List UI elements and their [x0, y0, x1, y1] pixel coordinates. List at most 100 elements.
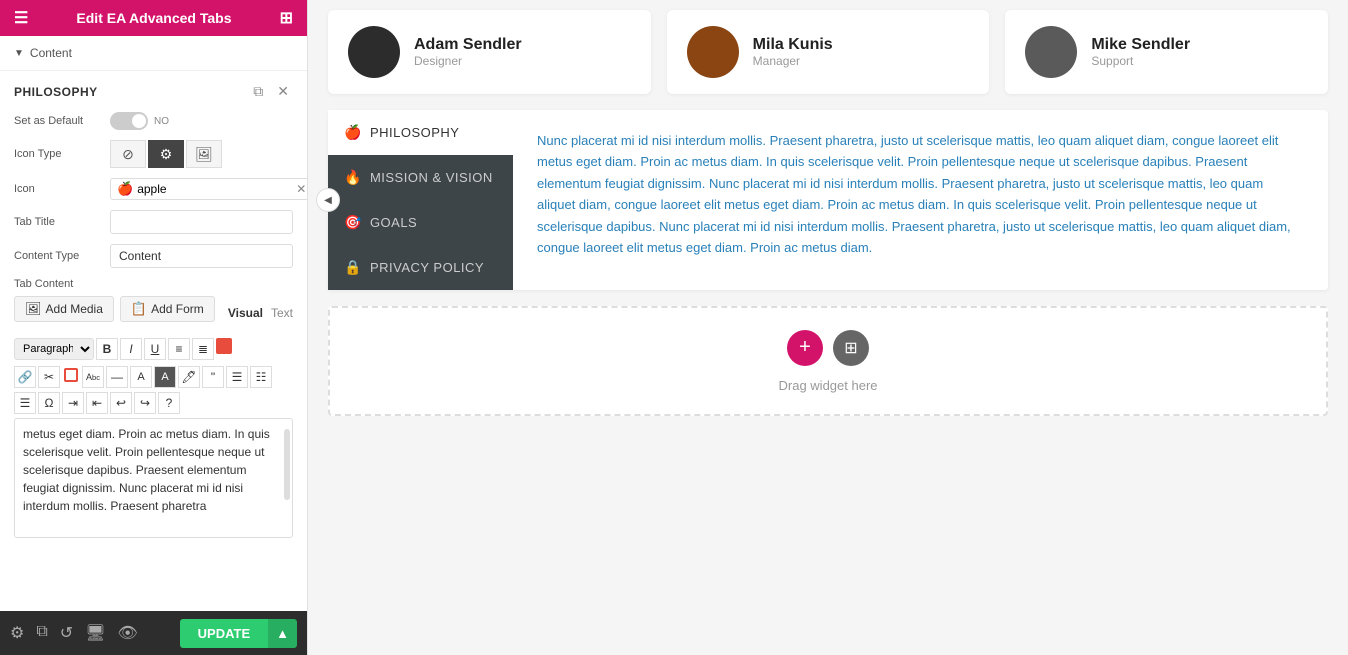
settings-icon[interactable]: ⚙ [10, 623, 24, 643]
content-type-select[interactable]: Content [110, 244, 293, 268]
underline-btn[interactable]: U [144, 338, 166, 360]
icon-type-row: Icon Type ⊘ ⚙ 🖼 [14, 140, 293, 168]
icon-type-label: Icon Type [14, 148, 104, 160]
person-info-adam: Adam Sendler Designer [414, 36, 522, 68]
view-text-tab[interactable]: Text [271, 306, 293, 320]
tab-icon-privacy: 🔒 [344, 259, 362, 276]
person-role-adam: Designer [414, 54, 522, 68]
view-visual-tab[interactable]: Visual [228, 306, 263, 320]
add-btns: 🖼 Add Media 📋 Add Form [14, 296, 215, 322]
update-button[interactable]: UPDATE [180, 619, 268, 648]
icon-select-wrap[interactable]: 🍎 ✕ ▾ [110, 178, 307, 200]
person-card-adam: Adam Sendler Designer [328, 10, 651, 94]
indent-btn[interactable]: ⇥ [62, 392, 84, 414]
person-info-mike: Mike Sendler Support [1091, 36, 1190, 68]
add-form-btn[interactable]: 📋 Add Form [120, 296, 215, 322]
tabs-nav: 🍎 PHILOSOPHY 🔥 MISSION & VISION 🎯 GOALS … [328, 110, 513, 290]
set-as-default-toggle[interactable] [110, 112, 148, 130]
tabs-section: 🍎 PHILOSOPHY 🔥 MISSION & VISION 🎯 GOALS … [328, 110, 1328, 290]
add-widget-btn[interactable]: + [787, 330, 823, 366]
top-bar: ☰ Edit EA Advanced Tabs ⊞ [0, 0, 307, 36]
avatar-adam [348, 26, 400, 78]
tab-item-philosophy[interactable]: 🍎 PHILOSOPHY [328, 110, 513, 155]
content-label-text: Content [30, 46, 72, 60]
redo-btn[interactable]: ↪ [134, 392, 156, 414]
drag-icons: + ⊞ [787, 330, 869, 366]
paragraph-select[interactable]: Paragraph [14, 338, 94, 360]
list-ol-btn[interactable]: ≣ [192, 338, 214, 360]
icon-input[interactable] [137, 182, 292, 196]
icon-type-none-btn[interactable]: ⊘ [110, 140, 146, 168]
help-btn[interactable]: ? [158, 392, 180, 414]
tab-label-philosophy: PHILOSOPHY [370, 125, 460, 140]
content-type-row: Content Type Content [14, 244, 293, 268]
set-as-default-label: Set as Default [14, 115, 104, 127]
add-media-btn[interactable]: 🖼 Add Media [14, 296, 114, 322]
section-actions: ⧉ ✕ [249, 81, 293, 102]
layers-icon[interactable]: ⧉ [36, 623, 47, 643]
align-full-btn[interactable]: ☰ [14, 392, 36, 414]
scrollbar[interactable] [284, 429, 290, 500]
text-editor[interactable]: metus eget diam. Proin ac metus diam. In… [14, 418, 293, 538]
content-section-header: ▼ Content [0, 36, 307, 71]
bold-btn[interactable]: B [96, 338, 118, 360]
hamburger-icon[interactable]: ☰ [14, 8, 28, 28]
tab-content-text: Nunc placerat mi id nisi interdum mollis… [537, 130, 1304, 259]
sup-btn[interactable]: Abc [82, 366, 104, 388]
add-media-label: Add Media [46, 302, 103, 316]
tab-title-row: Tab Title PHILOSOPHY [14, 210, 293, 234]
list-ul-btn[interactable]: ≡ [168, 338, 190, 360]
grid-icon[interactable]: ⊞ [280, 8, 293, 28]
main-area: Adam Sendler Designer Mila Kunis Manager… [308, 0, 1348, 655]
unlink-btn[interactable]: ✂ [38, 366, 60, 388]
italic-btn[interactable]: I [120, 338, 142, 360]
align-left-btn[interactable]: ☰ [226, 366, 248, 388]
close-icon-btn[interactable]: ✕ [273, 81, 293, 102]
header-title: Edit EA Advanced Tabs [28, 10, 279, 26]
omega-btn[interactable]: Ω [38, 392, 60, 414]
display-icon[interactable]: 🖥 [85, 623, 105, 643]
blockquote-btn[interactable]: " [202, 366, 224, 388]
tab-item-privacy[interactable]: 🔒 PRIVACY POLICY [328, 245, 513, 290]
color-swatch-btn[interactable] [216, 338, 232, 354]
tab-label-mission: MISSION & VISION [370, 170, 493, 185]
section-title: PHILOSOPHY [14, 85, 98, 99]
align-right-btn[interactable]: ☷ [250, 366, 272, 388]
link-btn[interactable]: 🔗 [14, 366, 36, 388]
apple-icon: 🍎 [117, 181, 133, 197]
history-icon[interactable]: ↺ [60, 623, 73, 643]
undo-btn[interactable]: ↩ [110, 392, 132, 414]
tab-icon-goals: 🎯 [344, 214, 362, 231]
icon-label: Icon [14, 183, 104, 195]
avatar-mila [687, 26, 739, 78]
editor-content: metus eget diam. Proin ac metus diam. In… [23, 427, 270, 513]
tab-title-input[interactable]: PHILOSOPHY [110, 210, 293, 234]
eye-icon[interactable]: 👁 [118, 623, 138, 643]
eraser-btn[interactable]: 🖊 [178, 366, 200, 388]
format-bar-3: ☰ Ω ⇥ ⇤ ↩ ↪ ? [14, 392, 293, 414]
icon-type-image-btn[interactable]: 🖼 [186, 140, 222, 168]
outdent-btn[interactable]: ⇤ [86, 392, 108, 414]
duplicate-icon-btn[interactable]: ⧉ [249, 81, 267, 102]
icon-clear-btn[interactable]: ✕ [296, 182, 306, 196]
person-role-mike: Support [1091, 54, 1190, 68]
icon-type-gear-btn[interactable]: ⚙ [148, 140, 184, 168]
icon-row: Icon 🍎 ✕ ▾ [14, 178, 293, 200]
collapse-arrow-btn[interactable]: ◀ [316, 188, 340, 212]
hr-btn[interactable]: — [106, 366, 128, 388]
widget-library-btn[interactable]: ⊞ [833, 330, 869, 366]
person-card-mike: Mike Sendler Support [1005, 10, 1328, 94]
left-panel: ☰ Edit EA Advanced Tabs ⊞ ▼ Content PHIL… [0, 0, 308, 655]
panel-body: PHILOSOPHY ⧉ ✕ Set as Default NO Icon Ty… [0, 71, 307, 611]
font-color-btn[interactable]: A [130, 366, 152, 388]
tab-item-goals[interactable]: 🎯 GOALS [328, 200, 513, 245]
update-btn-wrap: UPDATE ▲ [180, 619, 297, 648]
content-type-label: Content Type [14, 250, 104, 262]
toggle-value: NO [154, 116, 169, 127]
bg-color-btn[interactable]: A [154, 366, 176, 388]
section-header: PHILOSOPHY ⧉ ✕ [14, 81, 293, 102]
chevron-down-icon: ▼ [14, 48, 24, 59]
tab-label-goals: GOALS [370, 215, 417, 230]
tab-item-mission[interactable]: 🔥 MISSION & VISION [328, 155, 513, 200]
update-arrow-btn[interactable]: ▲ [268, 619, 297, 648]
